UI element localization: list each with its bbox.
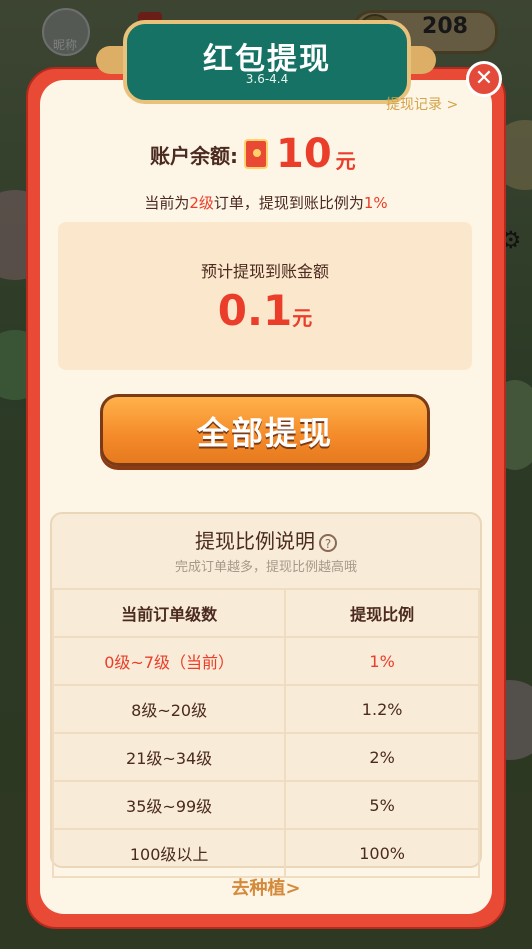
go-plant-link[interactable]: 去种植> bbox=[50, 874, 482, 900]
level-info: 当前为2级订单，提现到账比例为1% bbox=[40, 192, 492, 213]
balance-unit: 元 bbox=[335, 148, 356, 173]
table-cell-ratio: 5% bbox=[284, 780, 480, 830]
expected-amount-number: 0.1 bbox=[217, 286, 293, 335]
withdraw-all-button-label[interactable]: 全部提现 bbox=[100, 408, 430, 454]
ratio-subtitle: 完成订单越多，提现比例越高哦 bbox=[174, 560, 357, 575]
withdraw-record-link[interactable]: 提现记录 > bbox=[386, 94, 458, 114]
table-cell-ratio: 2% bbox=[284, 732, 480, 782]
modal-date-range: 3.6-4.4 bbox=[245, 72, 289, 86]
table-header-level: 当前订单级数 bbox=[51, 588, 287, 638]
help-icon[interactable]: ? bbox=[319, 533, 337, 552]
ratio-table: 当前订单级数 提现比例 0级~7级（当前） 1% 8级~20级 1.2% 21级… bbox=[51, 588, 480, 878]
table-cell-level: 8级~20级 bbox=[51, 684, 287, 734]
table-cell-level: 35级~99级 bbox=[51, 780, 287, 830]
expected-amount-value: 0.1元 bbox=[58, 286, 472, 335]
table-cell-ratio: 1% bbox=[284, 636, 480, 686]
table-cell-level: 100级以上 bbox=[51, 828, 287, 878]
ratio-title: 提现比例说明? bbox=[50, 525, 482, 554]
balance-value: 10 bbox=[276, 131, 332, 177]
table-row: 8级~20级 1.2% bbox=[51, 684, 480, 734]
level-prefix: 当前为 bbox=[144, 194, 190, 212]
table-row: 35级~99级 5% bbox=[51, 780, 480, 830]
table-row: 100级以上 100% bbox=[51, 828, 480, 878]
balance-row: 账户余额: 10 元 bbox=[150, 131, 356, 177]
table-cell-ratio: 100% bbox=[284, 828, 480, 878]
balance-label: 账户余额: bbox=[150, 143, 238, 168]
table-cell-level: 21级~34级 bbox=[51, 732, 287, 782]
table-header-row: 当前订单级数 提现比例 bbox=[51, 588, 480, 638]
table-row: 0级~7级（当前） 1% bbox=[51, 636, 480, 686]
table-row: 21级~34级 2% bbox=[51, 732, 480, 782]
ratio-title-text: 提现比例说明 bbox=[195, 529, 315, 553]
table-header-ratio: 提现比例 bbox=[284, 588, 480, 638]
red-envelope-icon bbox=[244, 139, 268, 169]
table-cell-ratio: 1.2% bbox=[284, 684, 480, 734]
level-value: 2级 bbox=[189, 194, 214, 212]
level-ratio: 1% bbox=[363, 194, 388, 212]
table-cell-level: 0级~7级（当前） bbox=[51, 636, 287, 686]
level-mid: 订单，提现到账比例为 bbox=[213, 194, 364, 212]
expected-amount-label: 预计提现到账金额 bbox=[200, 262, 329, 281]
close-icon[interactable]: ✕ bbox=[466, 61, 502, 97]
expected-amount-unit: 元 bbox=[292, 306, 313, 330]
